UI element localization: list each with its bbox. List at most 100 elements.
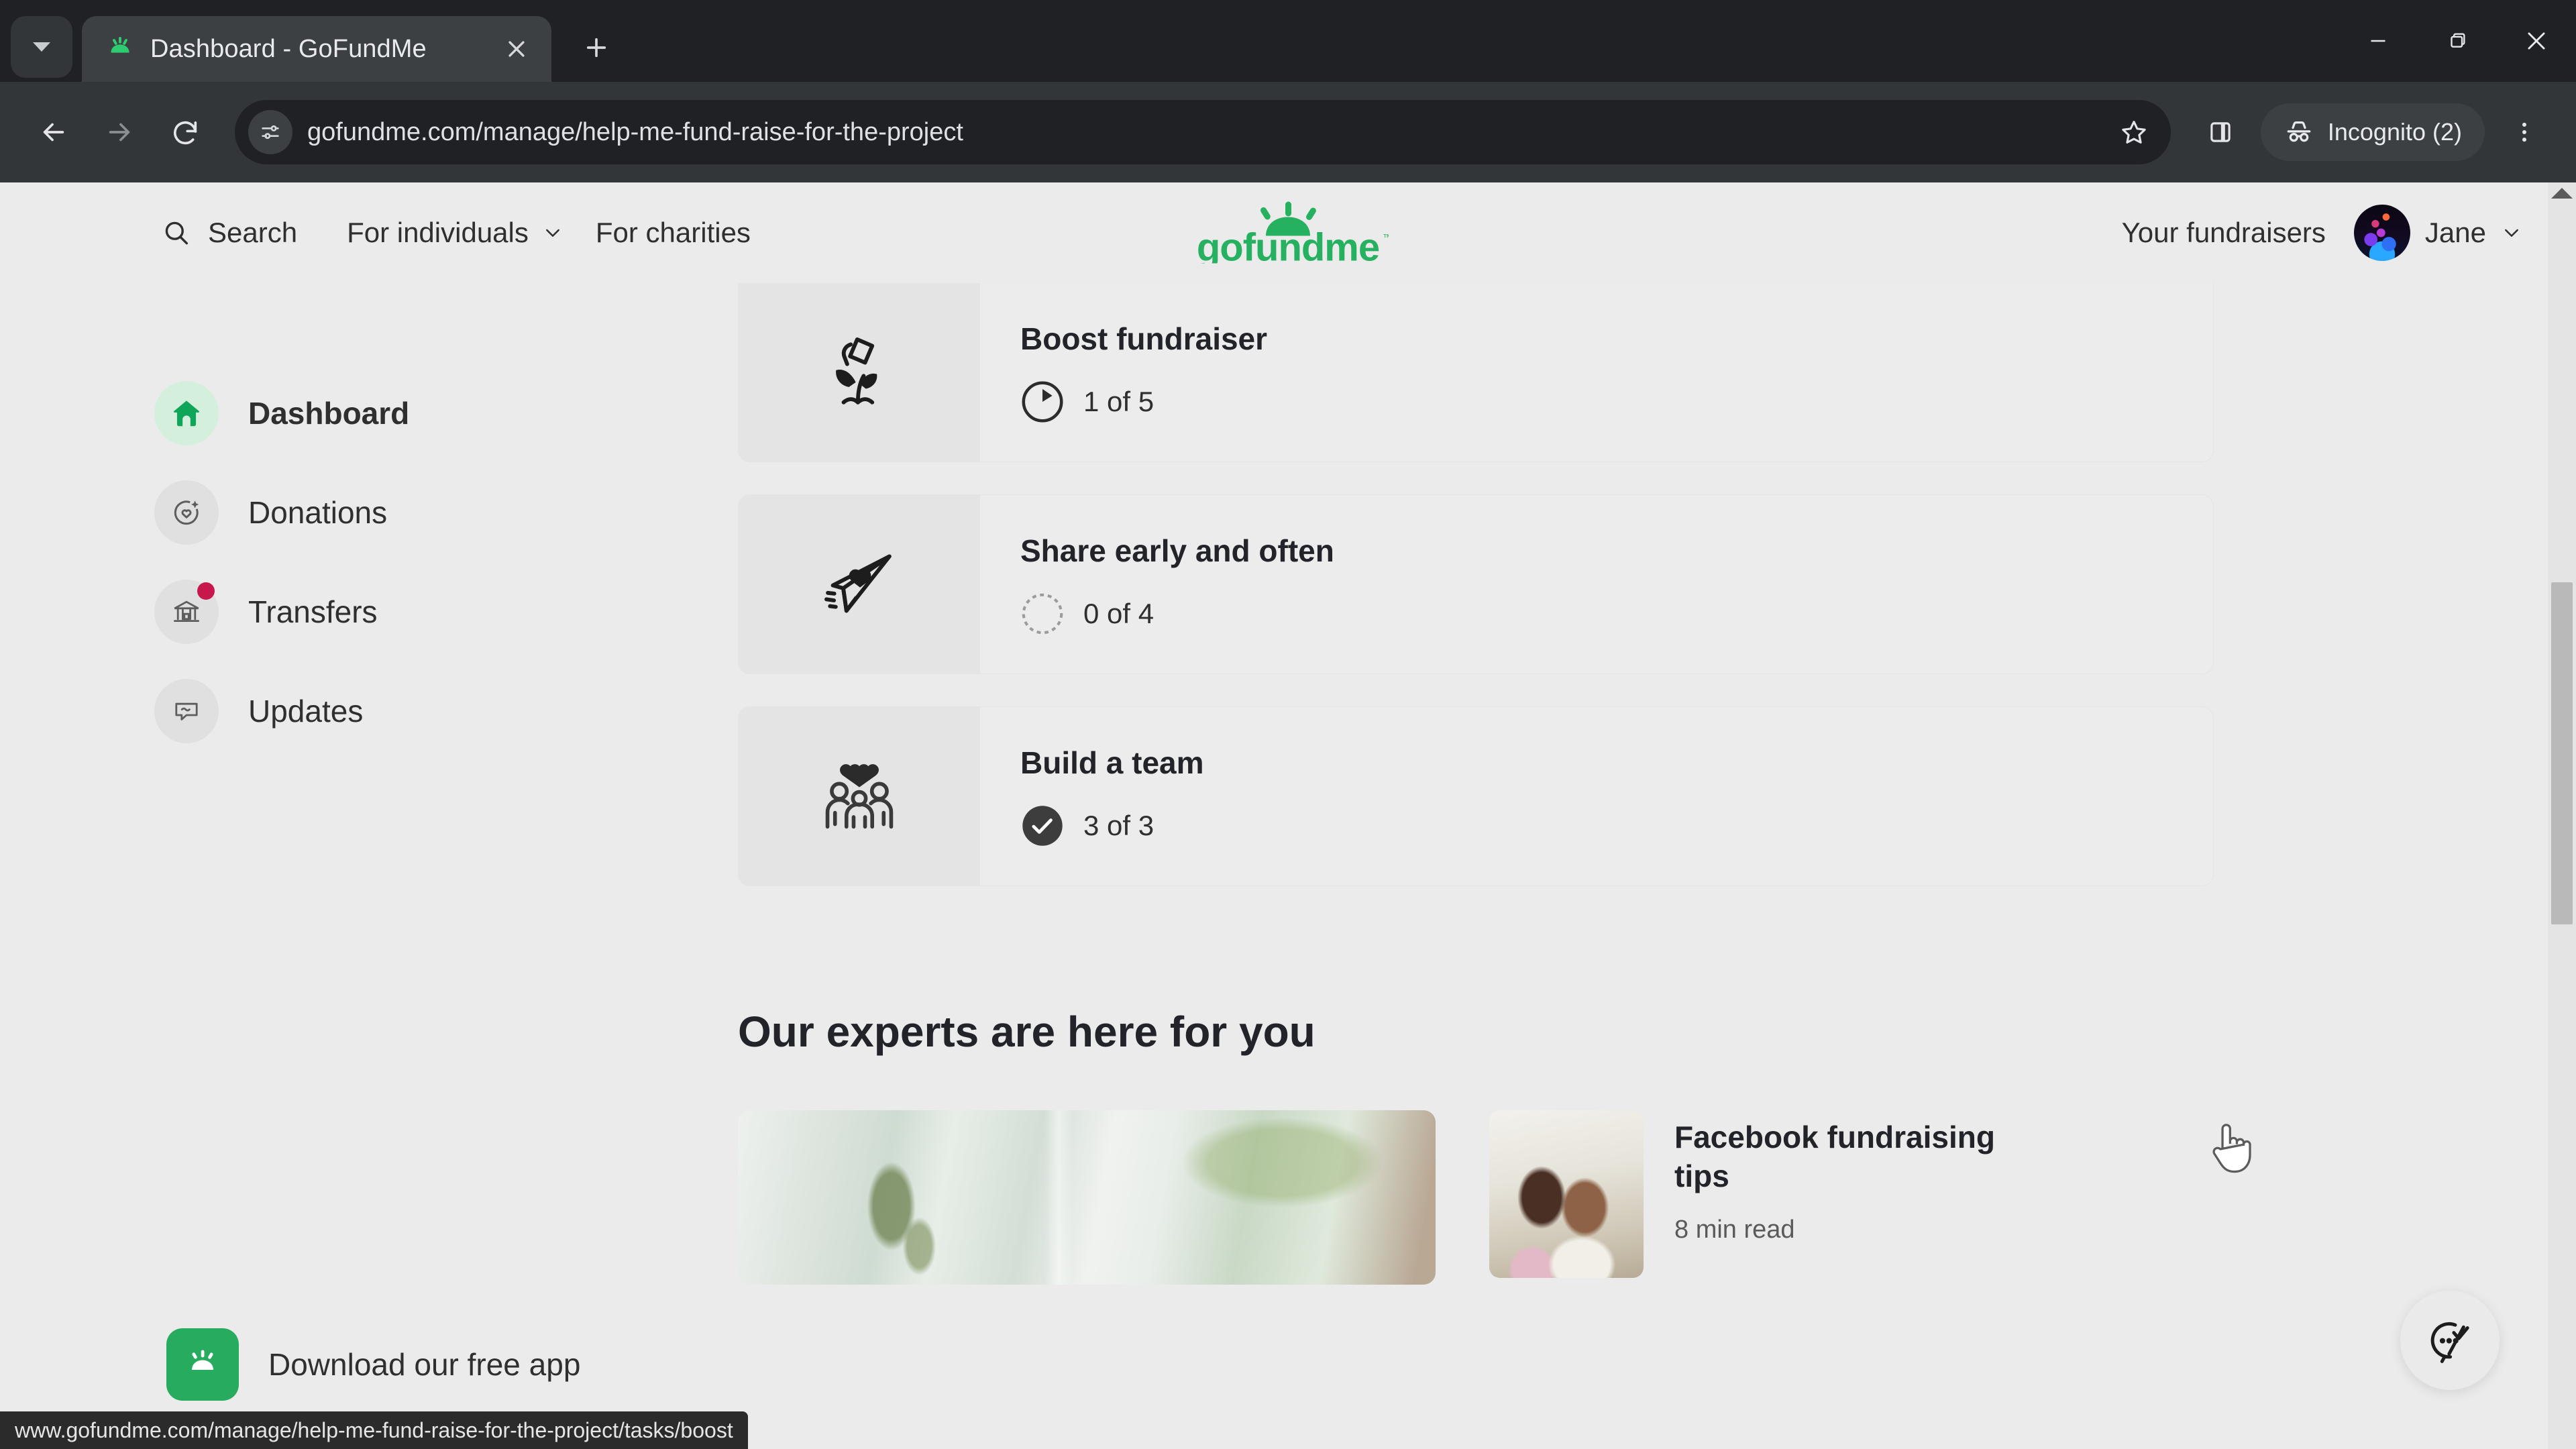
donation-heart-target-icon (154, 480, 219, 545)
support-chat-button[interactable] (2400, 1291, 2500, 1390)
chevron-down-icon (33, 42, 50, 52)
site-header: Search For individuals For charities gof… (0, 182, 2576, 283)
gofundme-logo[interactable]: gofundme ™ (1187, 199, 1392, 270)
primary-nav: Search For individuals For charities (154, 207, 767, 258)
expert-article-thumbnail (1489, 1110, 1644, 1278)
window-controls (2339, 0, 2576, 82)
nav-item-for-charities[interactable]: For charities (580, 207, 767, 258)
expert-article-text: Facebook fundraising tips 8 min read (1674, 1110, 2023, 1244)
nav-label-for-charities: For charities (595, 217, 751, 248)
sidebar-item-updates[interactable]: Updates (154, 661, 738, 761)
window-close-icon[interactable] (2497, 0, 2576, 82)
forward-icon[interactable] (89, 101, 150, 163)
task-title: Boost fundraiser (1020, 321, 1268, 356)
address-bar[interactable]: gofundme.com/manage/help-me-fund-raise-f… (235, 100, 2171, 164)
sidebar-label-donations: Donations (248, 495, 388, 530)
task-card-body: Boost fundraiser 1 of 5 (980, 283, 2213, 462)
scrollbar-thumb[interactable] (2551, 582, 2573, 924)
notification-badge (197, 582, 215, 600)
speech-bubble-icon (154, 679, 219, 743)
incognito-icon (2287, 121, 2311, 142)
expert-article-title: Facebook fundraising tips (1674, 1120, 1995, 1193)
side-panel-icon[interactable] (2190, 101, 2251, 163)
task-progress-text: 3 of 3 (1083, 810, 1155, 841)
header-account-area: Your fundraisers Jane (2122, 205, 2522, 261)
bank-icon (154, 580, 219, 644)
progress-circle-partial (1022, 381, 1063, 423)
experts-row: Facebook fundraising tips 8 min read (738, 1110, 2214, 1285)
browser-menu-icon[interactable] (2496, 103, 2553, 161)
incognito-label: Incognito (2) (2327, 118, 2462, 146)
tab-search-button[interactable] (11, 16, 72, 78)
sidebar-label-updates: Updates (248, 694, 364, 729)
download-app-label: Download our free app (268, 1347, 581, 1382)
account-name: Jane (2424, 217, 2486, 248)
search-label: Search (208, 217, 298, 248)
expert-article-meta: 8 min read (1674, 1216, 1795, 1244)
site-settings-icon[interactable] (248, 110, 292, 154)
task-progress: 1 of 5 (1020, 380, 2173, 424)
expert-hero-image[interactable] (738, 1110, 1436, 1285)
svg-text:gofundme: gofundme (1197, 226, 1379, 264)
status-url: www.gofundme.com/manage/help-me-fund-rai… (15, 1417, 733, 1442)
chat-check-icon (2430, 1322, 2469, 1363)
browser-window: Dashboard - GoFundMe gofundme.com/manage… (0, 0, 2576, 1449)
page-scrollbar[interactable] (2548, 182, 2576, 1449)
gofundme-logo-icon (105, 34, 136, 64)
task-progress: 3 of 3 (1020, 804, 2173, 848)
tab-strip: Dashboard - GoFundMe (0, 0, 2576, 82)
sidebar-item-dashboard[interactable]: Dashboard (154, 364, 738, 463)
sidebar-label-transfers: Transfers (248, 594, 378, 629)
expert-article-card[interactable]: Facebook fundraising tips 8 min read (1489, 1110, 2023, 1278)
progress-circle-empty (1022, 593, 1063, 635)
incognito-profile-button[interactable]: Incognito (2) (2260, 103, 2485, 161)
sidebar-label-dashboard: Dashboard (248, 396, 410, 431)
maximize-icon[interactable] (2418, 0, 2497, 82)
chevron-down-icon (2505, 229, 2518, 237)
back-icon[interactable] (23, 101, 85, 163)
url-text: gofundme.com/manage/help-me-fund-raise-f… (307, 117, 963, 146)
new-tab-button[interactable] (569, 20, 624, 75)
avatar (2353, 205, 2410, 261)
dashboard-main: Boost fundraiser 1 of 5 Share early and … (738, 283, 2576, 1285)
bookmark-star-icon[interactable] (2109, 107, 2159, 157)
browser-tab[interactable]: Dashboard - GoFundMe (82, 16, 551, 82)
progress-circle-complete (1022, 806, 1063, 846)
your-fundraisers-link[interactable]: Your fundraisers (2122, 217, 2326, 249)
reload-icon[interactable] (154, 101, 216, 163)
task-card-body: Share early and often 0 of 4 (980, 495, 2213, 674)
task-title: Build a team (1020, 745, 1204, 780)
task-card-boost-fundraiser[interactable]: Boost fundraiser 1 of 5 (738, 283, 2214, 462)
download-app-link[interactable]: Download our free app (166, 1328, 580, 1401)
experts-heading: Our experts are here for you (738, 1008, 1316, 1056)
paper-plane-heart-icon (739, 495, 980, 674)
search-icon (165, 221, 189, 245)
watering-can-sprout-icon (739, 283, 980, 462)
task-progress-text: 1 of 5 (1083, 386, 1155, 417)
account-menu[interactable]: Jane (2353, 205, 2522, 261)
task-card-share-early-and-often[interactable]: Share early and often 0 of 4 (738, 494, 2214, 674)
chevron-down-icon (545, 229, 559, 237)
search-button[interactable]: Search (154, 207, 304, 258)
page-viewport: Search For individuals For charities gof… (0, 182, 2576, 1449)
nav-item-for-individuals[interactable]: For individuals (331, 207, 580, 258)
task-title: Share early and often (1020, 533, 1334, 568)
dashboard-sidebar: Dashboard Donations Transfers Updates (154, 283, 738, 1285)
people-heart-icon (739, 707, 980, 885)
link-status-bar: www.gofundme.com/manage/help-me-fund-rai… (0, 1411, 748, 1449)
browser-toolbar: gofundme.com/manage/help-me-fund-raise-f… (0, 82, 2576, 182)
nav-label-for-individuals: For individuals (347, 217, 529, 248)
close-icon[interactable] (498, 30, 535, 68)
task-card-body: Build a team 3 of 3 (980, 707, 2213, 885)
sidebar-item-donations[interactable]: Donations (154, 463, 738, 562)
tab-title: Dashboard - GoFundMe (150, 34, 427, 63)
home-icon (154, 381, 219, 445)
task-progress: 0 of 4 (1020, 592, 2173, 636)
task-progress-text: 0 of 4 (1083, 598, 1155, 629)
sidebar-item-transfers[interactable]: Transfers (154, 562, 738, 661)
scroll-up-arrow-icon[interactable] (2551, 188, 2573, 199)
gofundme-app-icon (166, 1328, 239, 1401)
minimize-icon[interactable] (2339, 0, 2418, 82)
page-body: Dashboard Donations Transfers Updates Bo… (0, 283, 2576, 1285)
task-card-build-a-team[interactable]: Build a team 3 of 3 (738, 706, 2214, 886)
